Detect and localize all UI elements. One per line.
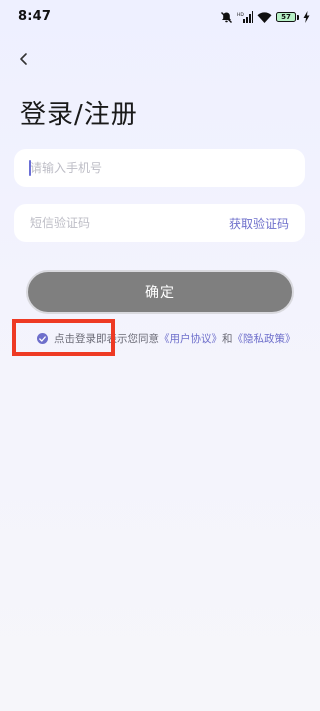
back-button[interactable] <box>12 48 36 72</box>
page-title: 登录/注册 <box>20 100 138 130</box>
phone-input[interactable] <box>14 149 305 187</box>
agreement-checkbox[interactable] <box>37 333 48 344</box>
phone-field <box>14 149 305 187</box>
agreement-prefix: 点击登录即表示您同意 <box>54 333 159 345</box>
agreement-row: 点击登录即表示您同意 《用户协议》 和 《隐私政策》 <box>37 331 296 346</box>
signal-icon: HD <box>237 11 253 23</box>
mute-bell-icon <box>220 11 233 24</box>
battery-level: 57 <box>276 12 296 22</box>
get-code-button[interactable]: 获取验证码 <box>229 215 289 232</box>
svg-text:HD: HD <box>237 12 244 18</box>
battery-icon: 57 <box>276 12 299 22</box>
check-icon <box>39 333 46 345</box>
status-bar: 8:47 HD 57 <box>0 0 320 36</box>
text-cursor <box>29 160 31 176</box>
agreement-conjunction: 和 <box>222 333 233 345</box>
status-time: 8:47 <box>18 9 52 24</box>
user-agreement-link[interactable]: 《用户协议》 <box>159 331 222 346</box>
sms-code-field: 获取验证码 <box>14 204 305 242</box>
status-icons: HD 57 <box>220 9 310 25</box>
privacy-policy-link[interactable]: 《隐私政策》 <box>233 331 296 346</box>
wifi-icon <box>257 11 272 23</box>
charging-icon <box>303 11 310 23</box>
confirm-button[interactable]: 确定 <box>26 270 294 314</box>
back-arrow-icon <box>18 51 30 70</box>
